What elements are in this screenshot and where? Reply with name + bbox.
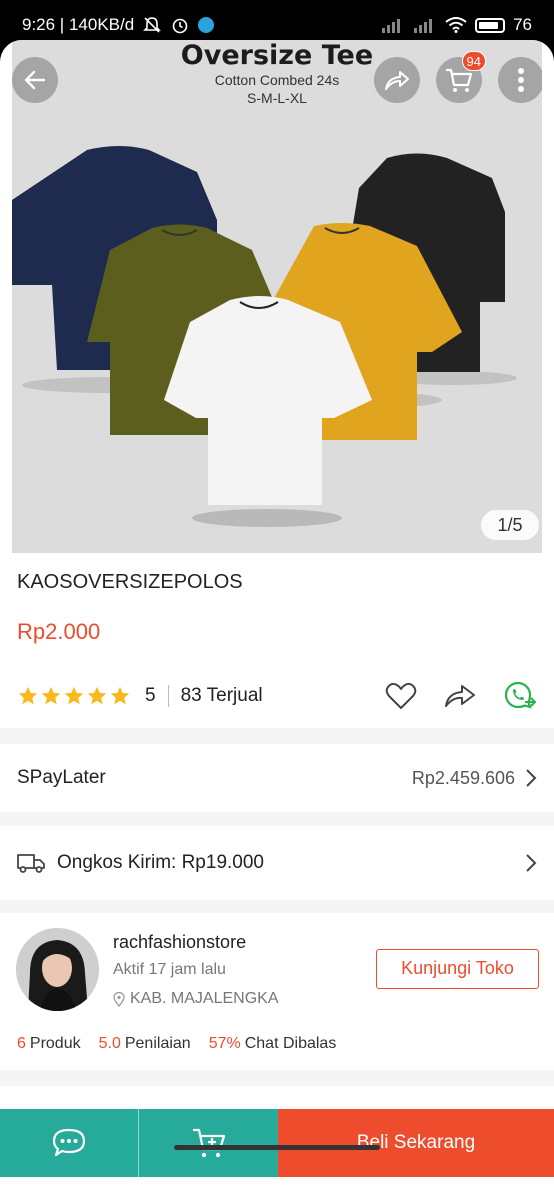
- share-header-button[interactable]: [374, 57, 420, 103]
- star-icon: [64, 686, 84, 705]
- visit-shop-button[interactable]: Kunjungi Toko: [376, 949, 539, 989]
- shop-location-text: KAB. MAJALENGKA: [130, 990, 279, 1007]
- rating-value: 5: [145, 685, 156, 706]
- section-gap: [0, 728, 554, 744]
- alarm-icon: [172, 18, 188, 34]
- shop-section: rachfashionstore Aktif 17 jam lalu KAB. …: [0, 913, 554, 1070]
- shop-name[interactable]: rachfashionstore: [113, 932, 246, 953]
- shipping-cost: Ongkos Kirim: Rp19.000: [57, 852, 264, 873]
- truck-icon: [17, 854, 45, 873]
- cart-header-button[interactable]: 94: [436, 51, 486, 103]
- more-vertical-icon: [518, 68, 524, 92]
- star-icon: [41, 686, 61, 705]
- shop-stat-products: 6 Produk: [17, 1035, 81, 1052]
- home-indicator[interactable]: [174, 1145, 380, 1150]
- product-image[interactable]: Oversize Tee Cotton Combed 24s S-M-L-XL …: [12, 40, 542, 553]
- avatar-portrait: [16, 928, 99, 1011]
- shop-active-status: Aktif 17 jam lalu: [113, 961, 226, 978]
- shop-stat-chat-reply: 57% Chat Dibalas: [208, 1035, 337, 1052]
- image-counter: 1/5: [481, 510, 539, 540]
- shop-location: KAB. MAJALENGKA: [113, 990, 279, 1008]
- chat-button[interactable]: [0, 1109, 139, 1177]
- paylater-row[interactable]: SPayLater Rp2.459.606: [0, 744, 554, 812]
- battery-icon: [475, 17, 506, 33]
- section-gap: [0, 900, 554, 913]
- notification-muted-icon: [143, 17, 162, 33]
- rating-stars: [17, 685, 131, 707]
- wifi-icon: [445, 17, 467, 33]
- tshirts-illustration: [12, 146, 517, 527]
- more-options-button[interactable]: [498, 57, 542, 103]
- buy-now-button[interactable]: Beli Sekarang: [278, 1109, 554, 1177]
- battery-level: 76: [513, 15, 532, 34]
- cart-count-badge: 94: [461, 51, 486, 71]
- product-name: KAOSOVERSIZEPOLOS: [17, 571, 243, 593]
- shop-stats: 6 Produk 5.0 Penilaian 57% Chat Dibalas: [17, 1035, 336, 1053]
- telegram-icon: [198, 17, 215, 33]
- chevron-right-icon: [526, 769, 537, 787]
- rating-row: 5 83 Terjual: [17, 680, 537, 712]
- bottom-action-bar: Beli Sekarang: [0, 1109, 554, 1177]
- shop-stat-rating: 5.0 Penilaian: [98, 1035, 191, 1052]
- product-price: Rp2.000: [17, 619, 101, 644]
- signal-2-icon: [414, 19, 433, 33]
- back-button[interactable]: [12, 57, 58, 103]
- chevron-right-icon: [526, 854, 537, 872]
- status-time-speed: 9:26 | 140KB/d: [22, 15, 135, 34]
- section-gap: [0, 1070, 554, 1086]
- paylater-label: SPayLater: [17, 767, 106, 788]
- star-icon: [18, 686, 38, 705]
- signal-icon: [382, 19, 401, 33]
- divider: [167, 685, 169, 707]
- product-page: Oversize Tee Cotton Combed 24s S-M-L-XL …: [0, 40, 554, 1200]
- add-to-cart-icon: [192, 1128, 225, 1158]
- star-icon: [87, 686, 107, 705]
- shop-avatar[interactable]: [16, 928, 99, 1011]
- sold-count: 83 Terjual: [180, 685, 263, 706]
- arrow-left-icon: [24, 70, 46, 90]
- chat-bubble-icon: [52, 1128, 86, 1157]
- section-gap: [0, 812, 554, 826]
- star-icon: [110, 686, 130, 705]
- add-to-cart-button[interactable]: [139, 1109, 278, 1177]
- share-icon[interactable]: [443, 681, 477, 711]
- location-pin-icon: [113, 991, 125, 1007]
- share-arrow-icon: [385, 71, 409, 90]
- shipping-row[interactable]: Ongkos Kirim: Rp19.000: [0, 826, 554, 900]
- whatsapp-share-icon[interactable]: [503, 680, 537, 712]
- heart-icon[interactable]: [385, 681, 417, 711]
- paylater-value: Rp2.459.606: [411, 767, 515, 788]
